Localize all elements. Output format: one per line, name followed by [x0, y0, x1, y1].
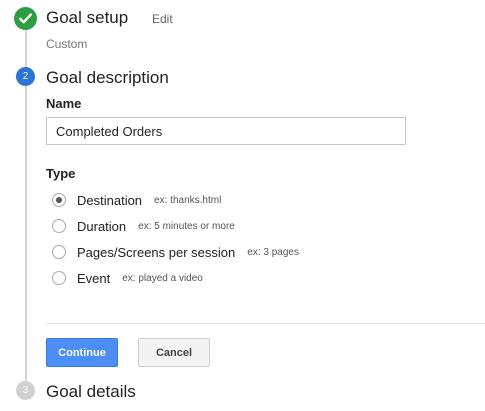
radio-event[interactable] — [52, 271, 66, 285]
option-label-event: Event — [77, 270, 111, 286]
step-rail-2 — [25, 86, 27, 381]
goal-name-input[interactable] — [46, 117, 406, 145]
section-divider — [46, 323, 485, 324]
edit-link[interactable]: Edit — [152, 12, 173, 26]
step-rail-1 — [25, 30, 27, 67]
step-title-goal-setup: Goal setup — [46, 8, 129, 27]
check-icon — [14, 7, 37, 30]
type-option-duration[interactable]: Duration ex: 5 minutes or more — [52, 216, 235, 236]
option-example-pages-screens: ex: 3 pages — [247, 246, 299, 258]
radio-destination[interactable] — [52, 193, 66, 207]
type-option-destination[interactable]: Destination ex: thanks.html — [52, 190, 221, 210]
type-label: Type — [46, 166, 76, 181]
option-example-destination: ex: thanks.html — [154, 194, 222, 206]
option-example-duration: ex: 5 minutes or more — [138, 220, 235, 232]
option-label-destination: Destination — [77, 192, 143, 208]
continue-button[interactable]: Continue — [46, 338, 118, 367]
type-option-pages-screens[interactable]: Pages/Screens per session ex: 3 pages — [52, 242, 299, 262]
radio-duration[interactable] — [52, 219, 66, 233]
step-number-3-badge: 3 — [16, 381, 35, 400]
goal-setup-summary: Custom — [46, 37, 88, 51]
option-label-duration: Duration — [77, 218, 127, 234]
step-number-2-badge: 2 — [16, 67, 35, 86]
option-label-pages-screens: Pages/Screens per session — [77, 244, 236, 260]
cancel-button[interactable]: Cancel — [138, 338, 210, 367]
step-title-goal-details: Goal details — [46, 382, 136, 401]
radio-pages-screens[interactable] — [52, 245, 66, 259]
name-label: Name — [46, 96, 82, 111]
type-option-event[interactable]: Event ex: played a video — [52, 268, 203, 288]
option-example-event: ex: played a video — [122, 272, 203, 284]
step-title-goal-description: Goal description — [46, 68, 169, 87]
